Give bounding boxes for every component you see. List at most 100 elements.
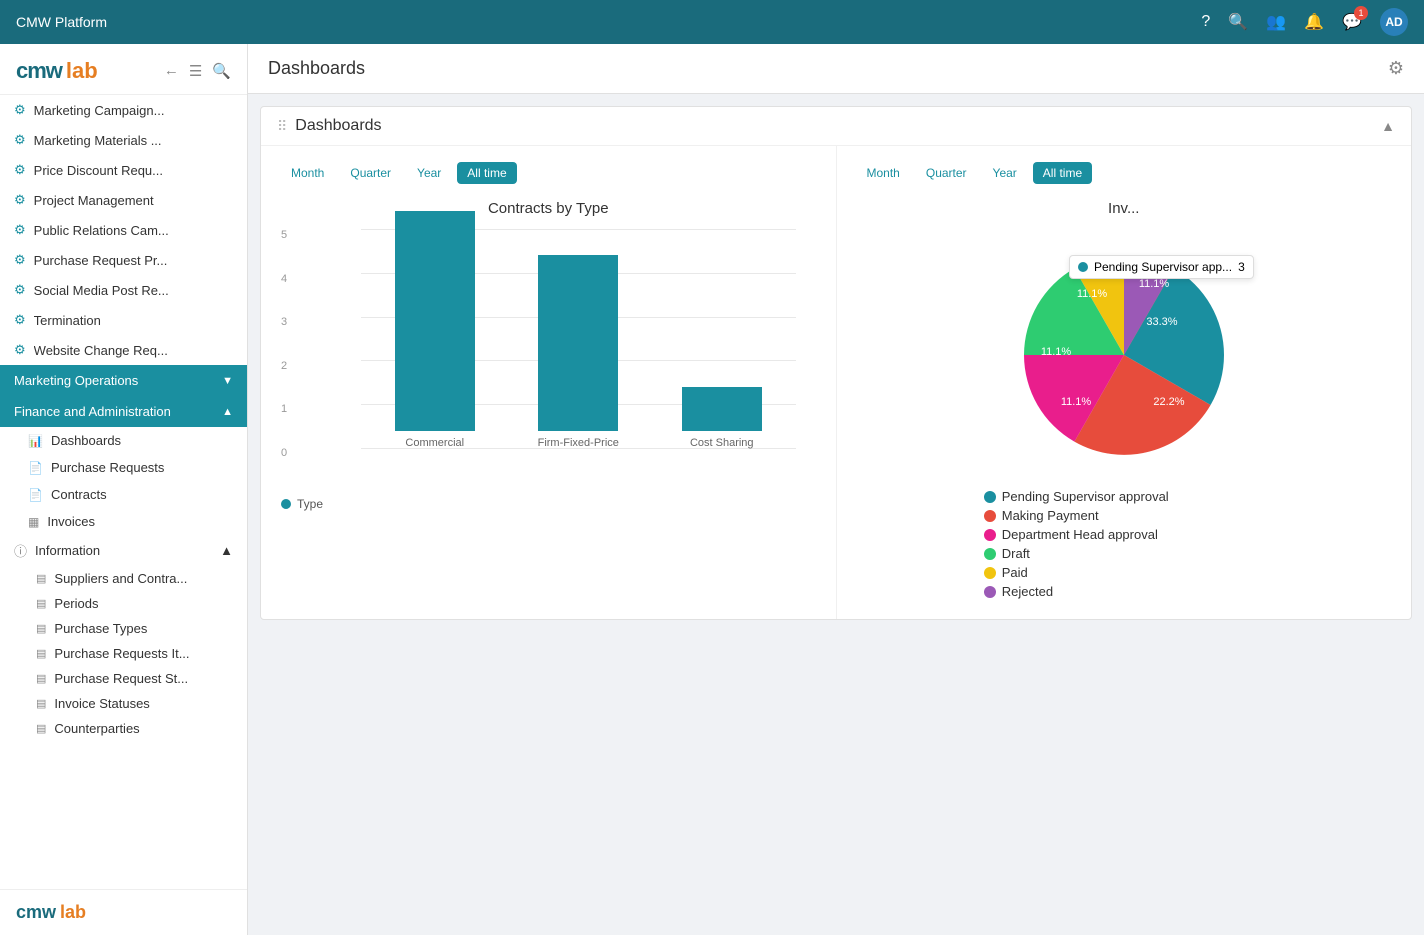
sidebar-item-counterparties[interactable]: ▤ Counterparties <box>0 716 247 741</box>
nav-info-sub-label: Purchase Request St... <box>54 671 188 686</box>
logo: cmw lab <box>16 58 98 84</box>
legend-item-paid: Paid <box>984 565 1264 580</box>
legend-color-dept <box>984 529 996 541</box>
sidebar-item-marketing-materials[interactable]: ⚙ Marketing Materials ... <box>0 125 247 155</box>
pie-label-dept: 11.1% <box>1061 396 1092 408</box>
table-icon: ▤ <box>36 647 46 660</box>
tooltip-dot <box>1078 262 1088 272</box>
footer-logo: cmw lab <box>16 902 231 923</box>
bell-icon[interactable]: 🔔 <box>1304 12 1324 32</box>
main-header: Dashboards ⚙ <box>248 44 1424 94</box>
sidebar-item-public-relations[interactable]: ⚙ Public Relations Cam... <box>0 215 247 245</box>
bar-value-firm-fixed[interactable] <box>538 255 618 431</box>
bar-value-commercial[interactable] <box>395 211 475 431</box>
sidebar-item-purchase-requests[interactable]: 📄 Purchase Requests <box>0 454 247 481</box>
legend-item-draft: Draft <box>984 546 1264 561</box>
group-label: Marketing Operations <box>14 373 138 388</box>
sidebar-back-icon[interactable]: ← <box>164 62 179 80</box>
bar-chart-legend: Type <box>281 497 816 511</box>
pie-label-pending: 33.3% <box>1146 316 1177 328</box>
bar-filter-alltime[interactable]: All time <box>457 162 516 184</box>
bar-label-commercial: Commercial <box>405 437 464 449</box>
users-icon[interactable]: 👥 <box>1266 12 1286 32</box>
pie-chart-panel: Month Quarter Year All time Inv... <box>837 146 1412 619</box>
drag-handle-icon[interactable]: ⠿ <box>277 118 287 135</box>
nav-info-sub-label: Purchase Requests It... <box>54 646 189 661</box>
pie-label-making: 22.2% <box>1153 396 1184 408</box>
grid-icon: ▦ <box>28 515 39 529</box>
search-icon[interactable]: 🔍 <box>1228 12 1248 32</box>
table-icon: ▤ <box>36 622 46 635</box>
sidebar-item-project-management[interactable]: ⚙ Project Management <box>0 185 247 215</box>
bar-time-filters: Month Quarter Year All time <box>281 162 816 184</box>
legend-color-rejected <box>984 586 996 598</box>
sidebar-item-invoices[interactable]: ▦ Invoices <box>0 508 247 535</box>
y-label: 5 <box>281 229 287 241</box>
bar-chart-panel: Month Quarter Year All time Contracts by… <box>261 146 837 619</box>
collapse-button[interactable]: ▲ <box>1381 118 1395 134</box>
sidebar-item-purchase-types[interactable]: ▤ Purchase Types <box>0 616 247 641</box>
sidebar-item-periods[interactable]: ▤ Periods <box>0 591 247 616</box>
sidebar-search-icon[interactable]: 🔍 <box>212 62 231 80</box>
doc-icon: 📄 <box>28 461 43 475</box>
pie-filter-alltime[interactable]: All time <box>1033 162 1092 184</box>
workflow-icon: ⚙ <box>14 252 26 268</box>
sidebar-item-price-discount[interactable]: ⚙ Price Discount Requ... <box>0 155 247 185</box>
bar-filter-quarter[interactable]: Quarter <box>340 162 401 184</box>
pie-filter-month[interactable]: Month <box>857 162 910 184</box>
workflow-icon: ⚙ <box>14 192 26 208</box>
sidebar-item-dashboards[interactable]: 📊 Dashboards <box>0 427 247 454</box>
pie-filter-year[interactable]: Year <box>983 162 1027 184</box>
help-icon[interactable]: ? <box>1201 13 1210 31</box>
pie-chart-area: 33.3% 22.2% 11.1% 11.1% 11.1% 11.1% Pend… <box>857 229 1392 603</box>
sidebar-item-suppliers[interactable]: ▤ Suppliers and Contra... <box>0 566 247 591</box>
sidebar-item-termination[interactable]: ⚙ Termination <box>0 305 247 335</box>
sidebar-item-invoice-statuses[interactable]: ▤ Invoice Statuses <box>0 691 247 716</box>
table-icon: ▤ <box>36 572 46 585</box>
legend-item-rejected: Rejected <box>984 584 1264 599</box>
nav-sub-label: Purchase Requests <box>51 460 164 475</box>
pie-tooltip: Pending Supervisor app... 3 <box>1069 255 1254 279</box>
table-icon: ▤ <box>36 672 46 685</box>
sidebar-item-marketing-campaign[interactable]: ⚙ Marketing Campaign... <box>0 95 247 125</box>
pie-legend: Pending Supervisor approval Making Payme… <box>984 489 1264 603</box>
legend-item-dept: Department Head approval <box>984 527 1264 542</box>
bars-container: Commercial Firm-Fixed-Price Cost Sharing <box>361 229 796 449</box>
nav-item-label: Termination <box>34 313 233 328</box>
section-title: Dashboards <box>295 117 381 135</box>
chat-icon[interactable]: 💬 1 <box>1342 12 1362 32</box>
sidebar-info-group[interactable]: ⓘ Information ▲ <box>0 535 247 566</box>
sidebar-menu-icon[interactable]: ☰ <box>189 62 202 80</box>
nav-info-sub-label: Counterparties <box>54 721 139 736</box>
topbar: CMW Platform ? 🔍 👥 🔔 💬 1 AD <box>0 0 1424 44</box>
bar-value-cost-sharing[interactable] <box>682 387 762 431</box>
pie-label-paid: 11.1% <box>1077 288 1108 300</box>
sidebar-item-purchase-request-pr[interactable]: ⚙ Purchase Request Pr... <box>0 245 247 275</box>
sidebar-item-social-media[interactable]: ⚙ Social Media Post Re... <box>0 275 247 305</box>
sidebar-group-marketing-operations[interactable]: Marketing Operations ▼ <box>0 365 247 396</box>
sidebar-group-finance-admin[interactable]: Finance and Administration ▲ <box>0 396 247 427</box>
nav-sub-label: Contracts <box>51 487 107 502</box>
bar-filter-year[interactable]: Year <box>407 162 451 184</box>
sidebar-item-contracts[interactable]: 📄 Contracts <box>0 481 247 508</box>
table-icon: ▤ <box>36 697 46 710</box>
sidebar-item-purchase-request-st[interactable]: ▤ Purchase Request St... <box>0 666 247 691</box>
legend-label-dept: Department Head approval <box>1002 527 1158 542</box>
bar-filter-month[interactable]: Month <box>281 162 334 184</box>
nav-item-label: Social Media Post Re... <box>34 283 233 298</box>
sidebar-nav: ⚙ Marketing Campaign... ⚙ Marketing Mate… <box>0 95 247 889</box>
y-label: 4 <box>281 273 287 285</box>
app-body: cmw lab ← ☰ 🔍 ⚙ Marketing Campaign... ⚙ … <box>0 44 1424 935</box>
table-icon: ▤ <box>36 597 46 610</box>
gear-icon[interactable]: ⚙ <box>1388 58 1404 79</box>
pie-filter-quarter[interactable]: Quarter <box>916 162 977 184</box>
y-label: 3 <box>281 316 287 328</box>
sidebar-item-purchase-requests-it[interactable]: ▤ Purchase Requests It... <box>0 641 247 666</box>
nav-info-sub-label: Periods <box>54 596 98 611</box>
app-title: CMW Platform <box>16 14 107 30</box>
user-avatar[interactable]: AD <box>1380 8 1408 36</box>
bar-label-firm-fixed: Firm-Fixed-Price <box>538 437 619 449</box>
workflow-icon: ⚙ <box>14 312 26 328</box>
pie-time-filters: Month Quarter Year All time <box>857 162 1392 184</box>
sidebar-item-website-change[interactable]: ⚙ Website Change Req... <box>0 335 247 365</box>
